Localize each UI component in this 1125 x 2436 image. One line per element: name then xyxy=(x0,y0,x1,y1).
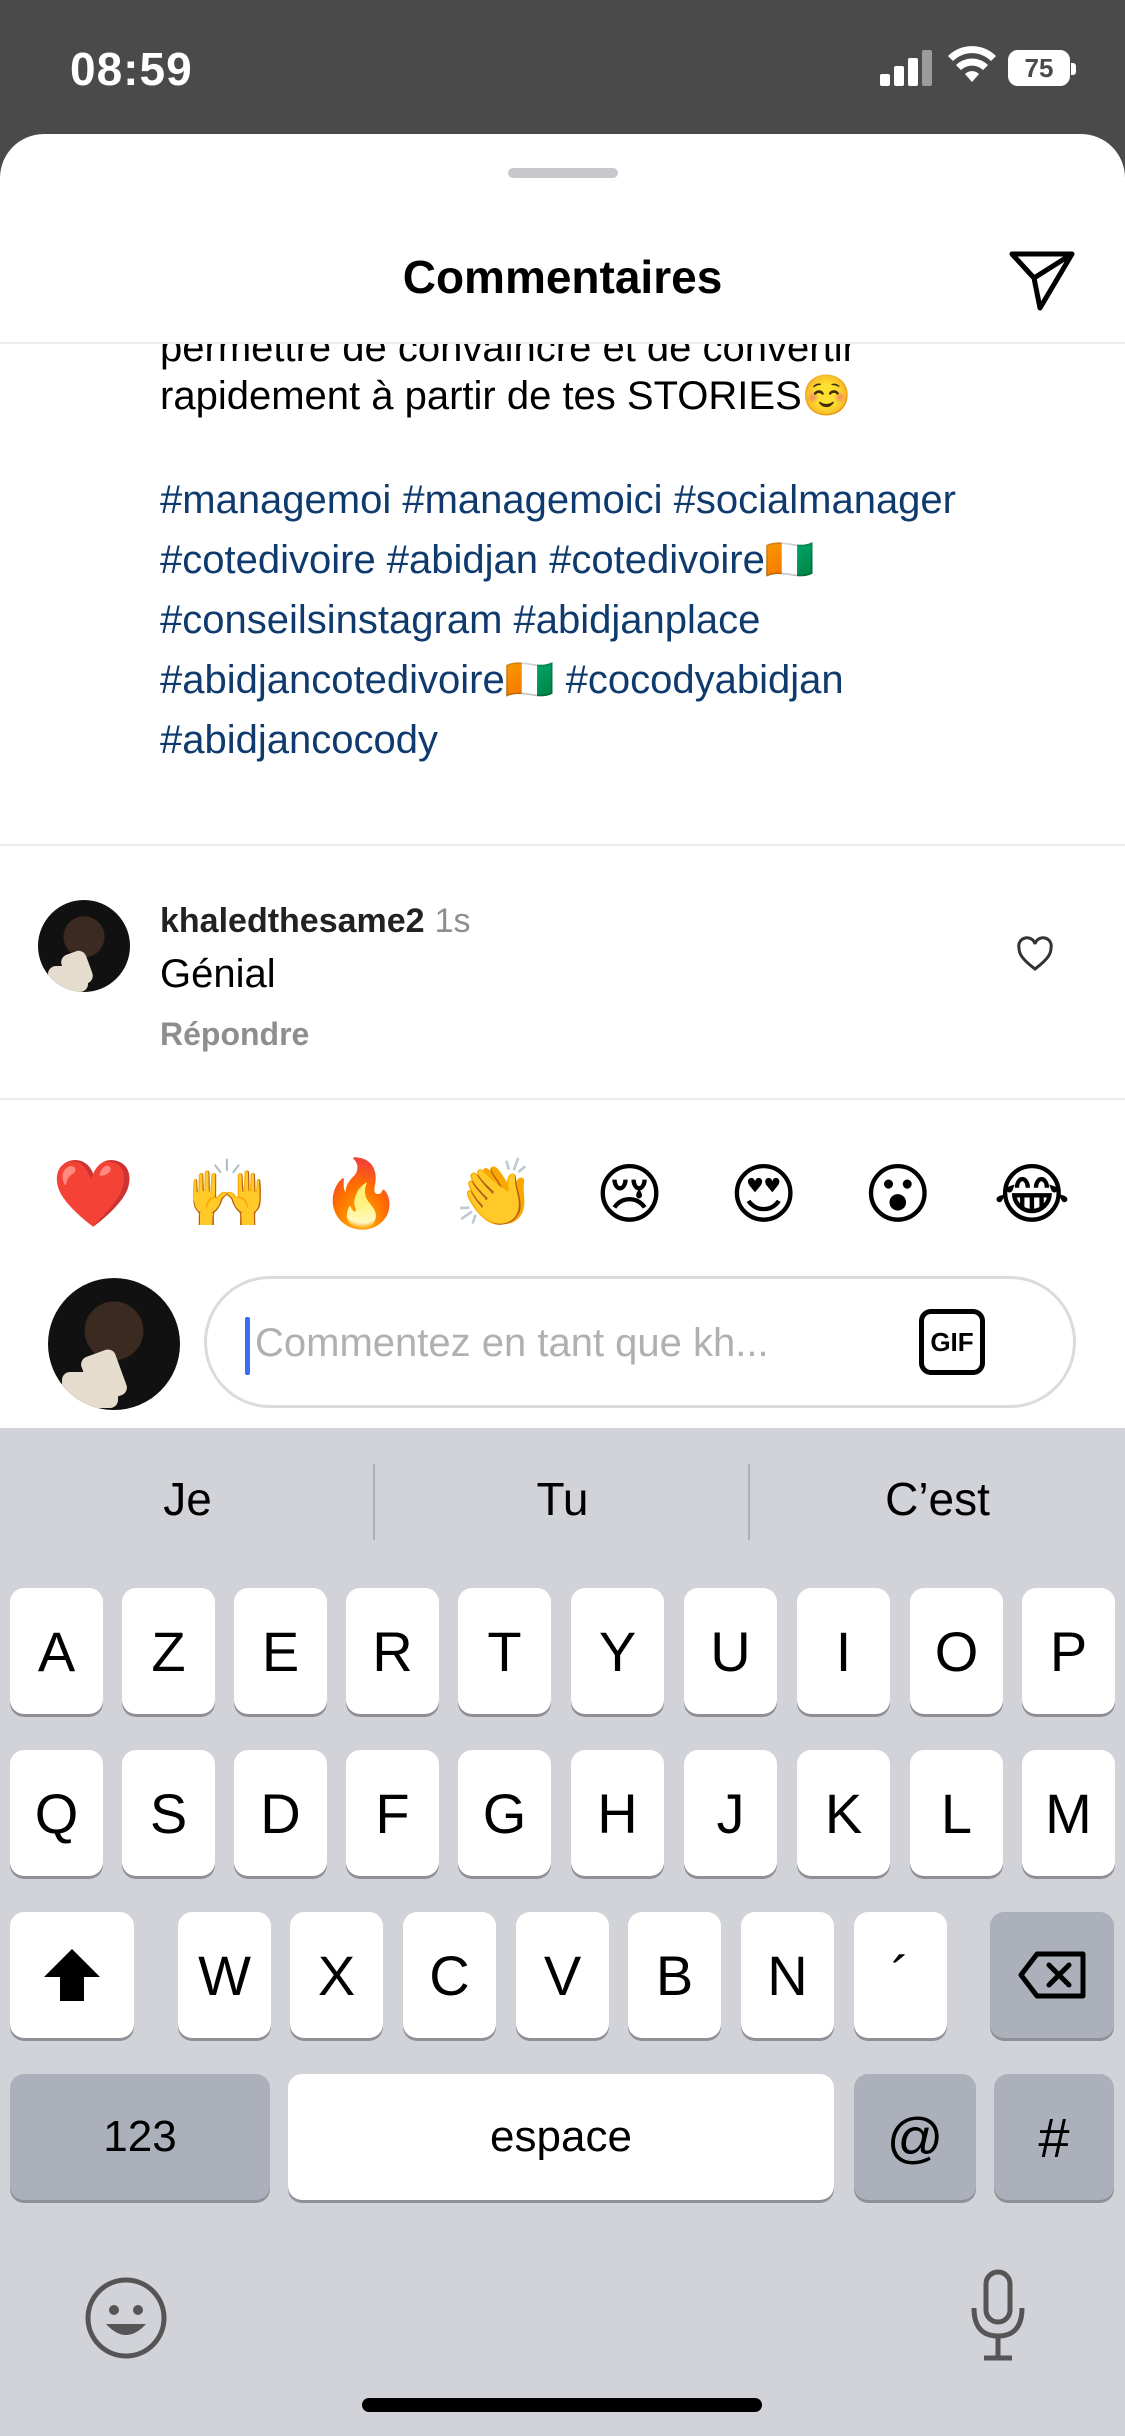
key[interactable]: D xyxy=(234,1750,327,1876)
key[interactable]: E xyxy=(234,1588,327,1714)
key[interactable]: M xyxy=(1022,1750,1115,1876)
avatar xyxy=(48,1278,180,1410)
hashtag-line[interactable]: #abidjancocody xyxy=(160,710,1090,770)
key[interactable]: S xyxy=(122,1750,215,1876)
comment-text: Génial xyxy=(160,952,276,996)
suggestion[interactable]: Je xyxy=(0,1472,375,1526)
reaction-heart-eyes[interactable]: 😍 xyxy=(714,1156,814,1233)
sheet-title: Commentaires xyxy=(402,251,723,303)
text-cursor xyxy=(245,1317,250,1375)
suggestion[interactable]: Tu xyxy=(375,1472,750,1526)
numbers-key[interactable]: 123 xyxy=(10,2074,270,2200)
key[interactable]: G xyxy=(458,1750,551,1876)
post-caption: permettre de convaincre et de convertir … xyxy=(160,324,1090,770)
sheet-grabber[interactable] xyxy=(508,168,618,178)
key[interactable]: L xyxy=(910,1750,1003,1876)
predictive-bar: Je Tu C’est xyxy=(0,1428,1125,1576)
heart-icon[interactable] xyxy=(1016,936,1054,972)
caption-line: rapidement à partir de tes STORIES☺️ xyxy=(160,374,852,418)
key[interactable]: V xyxy=(516,1912,609,2038)
comments-sheet: Commentaires permettre de convaincre et … xyxy=(0,134,1125,1428)
wifi-icon xyxy=(948,46,996,82)
shift-key[interactable] xyxy=(10,1912,134,2038)
hashtag-line[interactable]: #conseilsinstagram #abidjanplace xyxy=(160,590,1090,650)
signal-icon xyxy=(880,50,934,86)
key[interactable]: K xyxy=(797,1750,890,1876)
key[interactable]: X xyxy=(290,1912,383,2038)
comment-username-row: khaledthesame2 1s xyxy=(160,902,471,941)
key[interactable]: Y xyxy=(571,1588,664,1714)
reply-button[interactable]: Répondre xyxy=(160,1016,309,1053)
avatar[interactable] xyxy=(38,900,130,992)
comment-composer: Commentez en tant que kh... GIF xyxy=(0,1264,1125,1428)
status-time: 08:59 xyxy=(70,43,193,95)
key[interactable]: I xyxy=(797,1588,890,1714)
keyboard: Je Tu C’est A Z E R T Y U I O P Q S D F … xyxy=(0,1428,1125,2436)
key[interactable]: P xyxy=(1022,1588,1115,1714)
backspace-icon xyxy=(1018,1951,1086,1999)
comment-time: 1s xyxy=(434,902,471,940)
reaction-bar: ❤️ 🙌 🔥 👏 😢 😍 😮 😂 xyxy=(0,1134,1125,1254)
at-key[interactable]: @ xyxy=(854,2074,976,2200)
key[interactable]: W xyxy=(178,1912,271,2038)
shift-icon xyxy=(44,1949,100,2001)
comment-item: khaledthesame2 1s Génial Répondre xyxy=(0,844,1125,1084)
comment-username[interactable]: khaledthesame2 xyxy=(160,902,425,940)
key[interactable]: A xyxy=(10,1588,103,1714)
space-key[interactable]: espace xyxy=(288,2074,834,2200)
send-icon[interactable] xyxy=(1006,244,1078,316)
divider xyxy=(0,1098,1125,1100)
reaction-fire[interactable]: 🔥 xyxy=(311,1155,411,1233)
key[interactable]: B xyxy=(628,1912,721,2038)
comment-input[interactable]: Commentez en tant que kh... GIF xyxy=(204,1276,1076,1408)
key[interactable]: O xyxy=(910,1588,1003,1714)
hashtag-line[interactable]: #managemoi #managemoici #socialmanager xyxy=(160,470,1090,530)
status-bar: 08:59 75 xyxy=(0,0,1125,134)
suggestion[interactable]: C’est xyxy=(750,1472,1125,1526)
gif-button[interactable]: GIF xyxy=(919,1309,985,1375)
hashtag-line[interactable]: #cotedivoire #abidjan #cotedivoire🇨🇮 xyxy=(160,530,1090,590)
key[interactable]: T xyxy=(458,1588,551,1714)
key[interactable]: F xyxy=(346,1750,439,1876)
battery-indicator: 75 xyxy=(1008,50,1076,86)
emoji-keyboard-icon[interactable] xyxy=(84,2276,168,2360)
reaction-heart[interactable]: ❤️ xyxy=(43,1155,143,1233)
microphone-icon[interactable] xyxy=(968,2268,1028,2364)
hash-key[interactable]: # xyxy=(994,2074,1114,2200)
reaction-laugh[interactable]: 😂 xyxy=(982,1156,1082,1233)
reaction-cry[interactable]: 😢 xyxy=(580,1156,680,1233)
key[interactable]: N xyxy=(741,1912,834,2038)
comment-input-placeholder: Commentez en tant que kh... xyxy=(255,1321,769,1365)
home-indicator xyxy=(362,2398,762,2412)
key[interactable]: C xyxy=(403,1912,496,2038)
key[interactable]: ´ xyxy=(854,1912,947,2038)
key[interactable]: J xyxy=(684,1750,777,1876)
hashtag-list: #managemoi #managemoici #socialmanager #… xyxy=(160,470,1090,770)
reaction-surprised[interactable]: 😮 xyxy=(848,1156,948,1233)
key[interactable]: H xyxy=(571,1750,664,1876)
hashtag-line[interactable]: #abidjancotedivoire🇨🇮 #cocodyabidjan xyxy=(160,650,1090,710)
key[interactable]: U xyxy=(684,1588,777,1714)
reaction-raised-hands[interactable]: 🙌 xyxy=(177,1155,277,1233)
backspace-key[interactable] xyxy=(990,1912,1114,2038)
key[interactable]: Z xyxy=(122,1588,215,1714)
key[interactable]: Q xyxy=(10,1750,103,1876)
reaction-clap[interactable]: 👏 xyxy=(445,1155,545,1233)
sheet-header: Commentaires xyxy=(0,224,1125,344)
key[interactable]: R xyxy=(346,1588,439,1714)
